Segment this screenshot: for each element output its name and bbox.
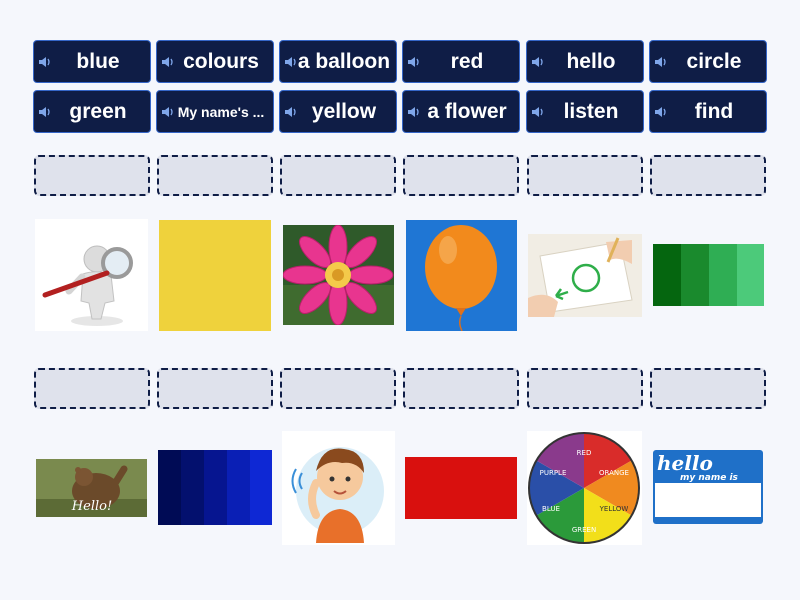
speaker-icon[interactable] xyxy=(407,55,421,69)
tile-label: a flower xyxy=(427,99,507,123)
wheel-label-green: GREEN xyxy=(572,526,596,534)
speaker-icon[interactable] xyxy=(161,55,175,69)
tile-label: colours xyxy=(183,49,259,73)
image-flower xyxy=(283,225,394,325)
tile-label: green xyxy=(69,99,127,123)
word-tile-green[interactable]: green xyxy=(33,90,151,133)
wheel-label-blue: BLUE xyxy=(542,505,560,513)
word-tile-yellow[interactable]: yellow xyxy=(279,90,397,133)
image-red-swatch xyxy=(405,457,517,519)
image-blue-swatch xyxy=(158,450,272,525)
speaker-icon[interactable] xyxy=(407,105,421,119)
word-tile-listen[interactable]: listen xyxy=(526,90,644,133)
image-draw-circle xyxy=(528,234,642,317)
word-tile-hello[interactable]: hello xyxy=(526,40,644,83)
image-balloon xyxy=(406,220,517,331)
speaker-icon[interactable] xyxy=(284,55,298,69)
bear-caption: Hello! xyxy=(71,499,112,514)
drop-slot[interactable] xyxy=(157,368,273,409)
drop-slot[interactable] xyxy=(157,155,273,196)
speaker-icon[interactable] xyxy=(284,105,298,119)
speaker-icon[interactable] xyxy=(38,55,52,69)
name-tag-title: hello xyxy=(657,451,713,475)
tile-label: circle xyxy=(686,49,742,73)
word-tile-a-flower[interactable]: a flower xyxy=(402,90,520,133)
image-find-magnifier xyxy=(35,219,148,331)
drop-slot[interactable] xyxy=(403,368,519,409)
drop-slot[interactable] xyxy=(280,155,396,196)
drop-slot[interactable] xyxy=(650,155,766,196)
drop-slot[interactable] xyxy=(527,368,643,409)
speaker-icon[interactable] xyxy=(531,105,545,119)
drop-slot[interactable] xyxy=(527,155,643,196)
speaker-icon[interactable] xyxy=(654,105,668,119)
wheel-label-purple: PURPLE xyxy=(540,469,567,477)
tile-label: find xyxy=(694,99,734,123)
speaker-icon[interactable] xyxy=(654,55,668,69)
name-tag-subtitle: my name is xyxy=(680,473,739,483)
speaker-icon[interactable] xyxy=(531,55,545,69)
tile-label: a balloon xyxy=(297,49,391,73)
image-bear-hello: Hello! xyxy=(36,459,147,517)
tile-label: hello xyxy=(566,49,616,73)
tile-label: blue xyxy=(76,49,120,73)
word-tile-a-balloon[interactable]: a balloon xyxy=(279,40,397,83)
word-tile-colours[interactable]: colours xyxy=(156,40,274,83)
word-tile-my-names[interactable]: My name's ... xyxy=(156,90,274,133)
drop-slot[interactable] xyxy=(34,368,150,409)
image-boy-listening xyxy=(282,431,395,545)
image-name-tag: hello my name is xyxy=(652,449,764,525)
word-tile-find[interactable]: find xyxy=(649,90,767,133)
tile-label: My name's ... xyxy=(177,103,265,120)
speaker-icon[interactable] xyxy=(161,105,175,119)
tile-label: listen xyxy=(563,99,619,123)
word-tile-circle[interactable]: circle xyxy=(649,40,767,83)
image-yellow-swatch xyxy=(159,220,271,331)
word-tile-red[interactable]: red xyxy=(402,40,520,83)
drop-slot[interactable] xyxy=(34,155,150,196)
wheel-label-yellow: YELLOW xyxy=(599,505,629,513)
speaker-icon[interactable] xyxy=(38,105,52,119)
tile-label: yellow xyxy=(311,99,377,123)
wheel-label-orange: ORANGE xyxy=(599,469,629,477)
word-tile-blue[interactable]: blue xyxy=(33,40,151,83)
drop-slot[interactable] xyxy=(650,368,766,409)
image-green-swatch xyxy=(653,244,764,306)
drop-slot[interactable] xyxy=(403,155,519,196)
image-colour-wheel: RED ORANGE YELLOW GREEN BLUE PURPLE xyxy=(527,431,642,545)
drop-slot[interactable] xyxy=(280,368,396,409)
tile-label: red xyxy=(450,49,484,73)
wheel-label-red: RED xyxy=(577,449,592,457)
